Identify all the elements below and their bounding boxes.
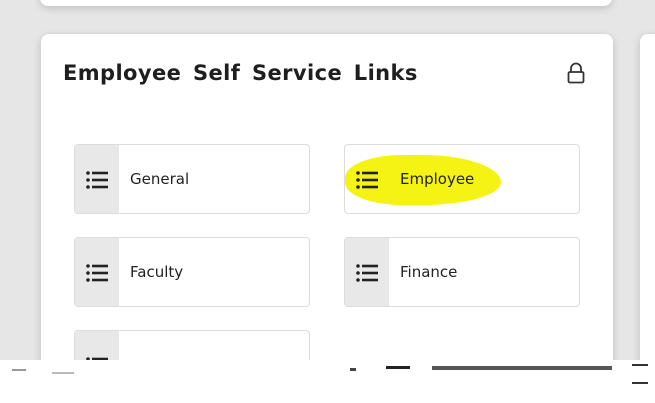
- previous-card: [40, 0, 612, 6]
- lock-icon[interactable]: [566, 62, 586, 84]
- tile-label: Employee: [400, 170, 475, 188]
- tile-icon-box: [345, 145, 389, 213]
- page: Employee Self Service Links General Empl…: [0, 0, 655, 403]
- card-title: Employee Self Service Links: [63, 61, 418, 85]
- tile-icon-box: [75, 145, 119, 213]
- employee-self-service-card: Employee Self Service Links General Empl…: [41, 34, 613, 394]
- tile-label: General: [130, 170, 190, 188]
- link-tile-employee[interactable]: Employee: [344, 144, 580, 214]
- link-tile-faculty[interactable]: Faculty: [74, 237, 310, 307]
- link-tile-general[interactable]: General: [74, 144, 310, 214]
- tile-icon-box: [345, 238, 389, 306]
- link-tile-finance[interactable]: Finance: [344, 237, 580, 307]
- list-icon: [356, 171, 378, 189]
- tile-label: Finance: [400, 263, 458, 281]
- list-icon: [356, 264, 378, 282]
- neighbor-card: [640, 34, 655, 374]
- tile-icon-box: [75, 238, 119, 306]
- list-icon: [86, 264, 108, 282]
- list-icon: [86, 171, 108, 189]
- tile-label: Faculty: [130, 263, 184, 281]
- cropped-strip: [0, 360, 655, 403]
